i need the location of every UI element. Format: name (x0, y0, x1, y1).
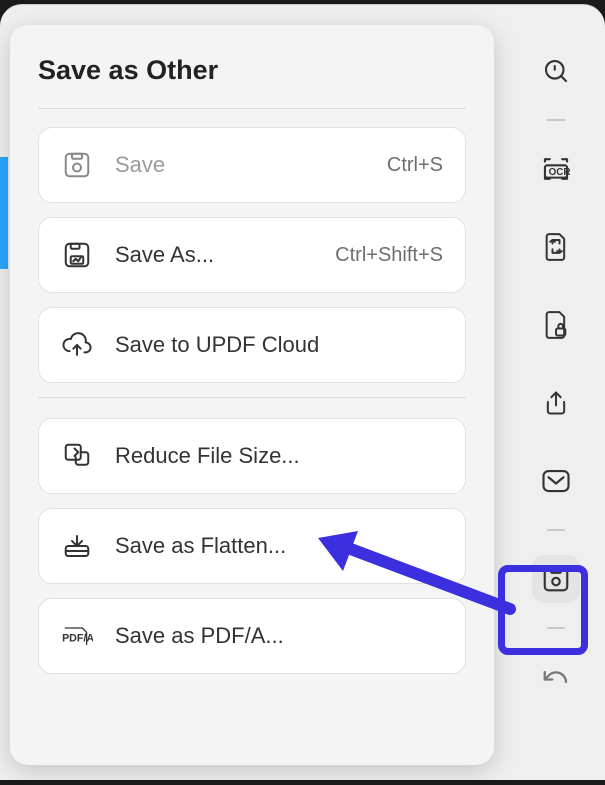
option-save-pdfa[interactable]: PDF/A Save as PDF/A... (38, 598, 466, 674)
toolbar-separator (547, 529, 565, 531)
toolbar-separator (547, 119, 565, 121)
disk-icon (61, 149, 93, 181)
option-shortcut: Ctrl+Shift+S (335, 244, 443, 267)
toolbar-search[interactable] (532, 47, 580, 95)
toolbar-separator (547, 627, 565, 629)
toolbar-convert[interactable] (532, 223, 580, 271)
divider (38, 108, 466, 109)
save-as-other-panel: Save as Other Save Ctrl+S Save As... Ctr… (10, 25, 494, 765)
option-label: Reduce File Size... (115, 443, 443, 469)
pdfa-icon: PDF/A (61, 620, 93, 652)
option-save[interactable]: Save Ctrl+S (38, 127, 466, 203)
disk-icon (541, 564, 571, 594)
page-lock-icon (542, 309, 570, 341)
tray-down-icon (61, 530, 93, 562)
option-label: Save as PDF/A... (115, 623, 443, 649)
toolbar-ocr[interactable]: OCR (532, 145, 580, 193)
svg-text:PDF/A: PDF/A (62, 632, 93, 644)
envelope-icon (541, 468, 571, 494)
right-toolbar: OCR (507, 9, 605, 785)
app-frame: Save as Other Save Ctrl+S Save As... Ctr… (0, 4, 605, 780)
option-shortcut: Ctrl+S (387, 154, 443, 177)
cloud-upload-icon (61, 329, 93, 361)
undo-icon (541, 664, 571, 690)
option-save-as[interactable]: Save As... Ctrl+Shift+S (38, 217, 466, 293)
option-save-cloud[interactable]: Save to UPDF Cloud (38, 307, 466, 383)
toolbar-mail[interactable] (532, 457, 580, 505)
toolbar-share[interactable] (532, 379, 580, 427)
svg-text:OCR: OCR (549, 167, 571, 178)
toolbar-protect[interactable] (532, 301, 580, 349)
ocr-icon: OCR (540, 154, 572, 184)
toolbar-save[interactable] (532, 555, 580, 603)
option-label: Save As... (115, 242, 335, 268)
share-icon (542, 388, 570, 418)
option-label: Save to UPDF Cloud (115, 332, 443, 358)
page-arrows-icon (542, 231, 570, 263)
option-save-flatten[interactable]: Save as Flatten... (38, 508, 466, 584)
option-label: Save (115, 152, 387, 178)
search-icon (541, 56, 571, 86)
option-label: Save as Flatten... (115, 533, 443, 559)
divider (38, 397, 466, 398)
toolbar-undo[interactable] (532, 653, 580, 701)
disk-image-icon (61, 239, 93, 271)
left-active-indicator (0, 157, 8, 269)
panel-title: Save as Other (38, 55, 466, 86)
option-reduce-file-size[interactable]: Reduce File Size... (38, 418, 466, 494)
file-shrink-icon (61, 440, 93, 472)
